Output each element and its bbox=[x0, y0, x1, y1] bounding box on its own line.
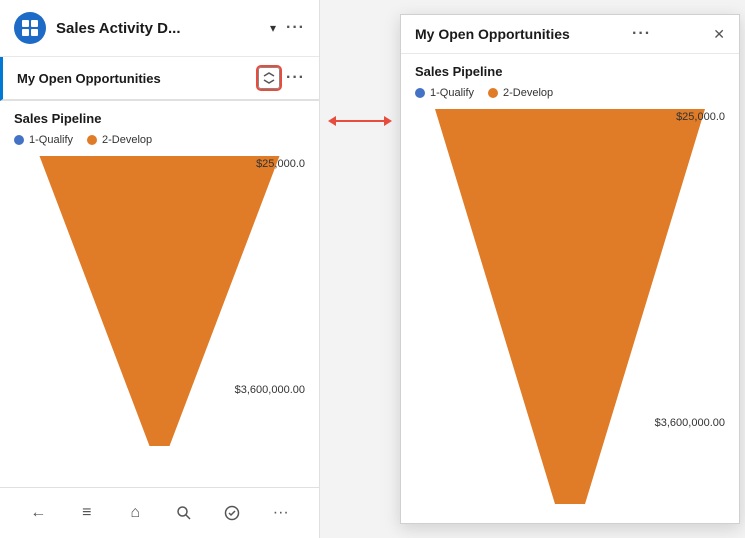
top-value-label: $25,000.0 bbox=[256, 158, 305, 170]
chevron-down-icon[interactable]: ▾ bbox=[270, 21, 276, 35]
right-panel-more-icon[interactable]: ··· bbox=[632, 25, 651, 43]
right-develop-dot bbox=[488, 88, 498, 98]
funnel-chart: $25,000.0 $3,600,000.00 bbox=[14, 156, 305, 456]
expand-button[interactable] bbox=[258, 67, 280, 89]
app-icon[interactable] bbox=[14, 12, 46, 44]
header-more-icon[interactable]: ··· bbox=[286, 19, 305, 37]
right-legend-develop: 2-Develop bbox=[488, 87, 553, 99]
right-chart-section: Sales Pipeline 1-Qualify 2-Develop $25,0… bbox=[401, 54, 739, 523]
chart-title: Sales Pipeline bbox=[14, 111, 305, 126]
mid-value-label: $3,600,000.00 bbox=[235, 384, 305, 396]
left-panel: Sales Activity D... ▾ ··· My Open Opport… bbox=[0, 0, 320, 538]
menu-button[interactable]: ≡ bbox=[72, 498, 102, 528]
section-title: My Open Opportunities bbox=[17, 71, 258, 86]
qualify-label: 1-Qualify bbox=[29, 134, 73, 146]
develop-dot bbox=[87, 135, 97, 145]
chart-legend: 1-Qualify 2-Develop bbox=[14, 134, 305, 146]
legend-item-develop: 2-Develop bbox=[87, 134, 152, 146]
more-nav-button[interactable]: ··· bbox=[266, 498, 296, 528]
bottom-nav: ← ≡ ⌂ ··· bbox=[0, 487, 319, 538]
right-mid-value-label: $3,600,000.00 bbox=[655, 417, 725, 429]
chart-section: Sales Pipeline 1-Qualify 2-Develop $25,0… bbox=[0, 101, 319, 487]
funnel-svg bbox=[14, 156, 305, 456]
right-funnel-svg bbox=[415, 109, 725, 509]
arrow-line bbox=[330, 120, 390, 122]
left-header: Sales Activity D... ▾ ··· bbox=[0, 0, 319, 57]
legend-item-qualify: 1-Qualify bbox=[14, 134, 73, 146]
back-button[interactable]: ← bbox=[23, 498, 53, 528]
section-more-icon[interactable]: ··· bbox=[286, 69, 305, 87]
right-funnel-chart: $25,000.0 $3,600,000.00 bbox=[415, 109, 725, 509]
right-legend-qualify: 1-Qualify bbox=[415, 87, 474, 99]
app-title: Sales Activity D... bbox=[56, 20, 260, 37]
develop-label: 2-Develop bbox=[102, 134, 152, 146]
right-panel-title: My Open Opportunities bbox=[415, 26, 570, 42]
tasks-button[interactable] bbox=[217, 498, 247, 528]
right-qualify-label: 1-Qualify bbox=[430, 87, 474, 99]
right-chart-title: Sales Pipeline bbox=[415, 64, 725, 79]
right-panel: My Open Opportunities ··· ✕ Sales Pipeli… bbox=[400, 14, 740, 524]
right-panel-header: My Open Opportunities ··· ✕ bbox=[401, 15, 739, 54]
right-chart-legend: 1-Qualify 2-Develop bbox=[415, 87, 725, 99]
section-bar: My Open Opportunities ··· bbox=[0, 57, 319, 101]
arrow-indicator bbox=[320, 120, 400, 122]
main-container: Sales Activity D... ▾ ··· My Open Opport… bbox=[0, 0, 745, 538]
qualify-dot bbox=[14, 135, 24, 145]
right-develop-label: 2-Develop bbox=[503, 87, 553, 99]
right-qualify-dot bbox=[415, 88, 425, 98]
home-button[interactable]: ⌂ bbox=[120, 498, 150, 528]
search-button[interactable] bbox=[169, 498, 199, 528]
right-top-value-label: $25,000.0 bbox=[676, 111, 725, 123]
close-button[interactable]: ✕ bbox=[713, 26, 725, 43]
